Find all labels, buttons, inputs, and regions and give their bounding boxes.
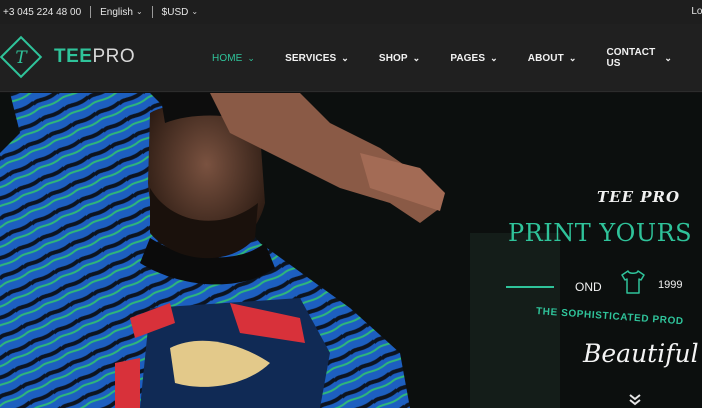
chevron-down-icon: ⌄ xyxy=(568,52,577,63)
chevron-down-icon: ⌄ xyxy=(247,52,256,63)
hero-banner: TEE PRO PRINT YOURS OND 1999 THE SOPHIST… xyxy=(0,93,702,408)
chevron-down-icon: ⌄ xyxy=(664,52,672,63)
language-selector[interactable]: English ⌄ xyxy=(91,6,152,18)
nav-item-services[interactable]: SERVICES ⌄ xyxy=(285,53,349,64)
language-label: English xyxy=(100,6,133,18)
logo-diamond-icon: T xyxy=(0,34,44,80)
badge-script-text: Beautiful xyxy=(583,339,699,368)
currency-label: $USD xyxy=(161,6,189,18)
login-link[interactable]: Log xyxy=(691,6,702,17)
chevron-down-double-icon xyxy=(629,394,641,406)
nav-item-contact-us[interactable]: CONTACT US ⌄ xyxy=(606,47,672,69)
phone-text: +3 045 224 48 00 xyxy=(3,6,82,18)
phone-number[interactable]: +3 045 224 48 00 xyxy=(0,6,90,18)
hero-badge: TEE PRO PRINT YOURS OND 1999 THE SOPHIST… xyxy=(500,93,702,408)
nav-item-shop[interactable]: SHOP ⌄ xyxy=(379,53,420,64)
nav-label: CONTACT US xyxy=(606,47,656,69)
chevron-down-icon: ⌄ xyxy=(412,52,421,63)
badge-tagline: THE SOPHISTICATED PROD xyxy=(535,306,685,328)
nav-label: HOME xyxy=(212,52,243,64)
tshirt-icon xyxy=(621,270,645,294)
chevron-down-icon: ⌄ xyxy=(135,6,143,16)
chevron-down-icon: ⌄ xyxy=(341,52,349,63)
nav-label: SERVICES xyxy=(285,52,337,64)
logo-word-tee: TEE xyxy=(54,46,93,67)
logo-word-pro: PRO xyxy=(92,46,136,67)
badge-established-label: OND xyxy=(575,280,602,294)
nav-label: ABOUT xyxy=(527,52,564,64)
chevron-down-icon: ⌄ xyxy=(191,6,199,16)
currency-selector[interactable]: $USD ⌄ xyxy=(153,6,207,18)
nav-item-about[interactable]: ABOUT ⌄ xyxy=(528,53,577,64)
nav-label: PAGES xyxy=(450,52,486,64)
main-nav: HOME ⌄ SERVICES ⌄ SHOP ⌄ PAGES ⌄ ABOUT ⌄… xyxy=(212,24,702,92)
logo[interactable]: T TEEPRO xyxy=(0,34,135,80)
nav-item-pages[interactable]: PAGES ⌄ xyxy=(450,53,497,64)
hero-headline: PRINT YOURS xyxy=(508,219,693,247)
site-header: T TEEPRO HOME ⌄ SERVICES ⌄ SHOP ⌄ PAGES … xyxy=(0,24,702,92)
chevron-down-icon: ⌄ xyxy=(490,52,498,63)
top-bar: +3 045 224 48 00 English ⌄ $USD ⌄ Log xyxy=(0,0,702,24)
nav-label: SHOP xyxy=(378,52,408,64)
badge-brand: TEE PRO xyxy=(597,188,681,206)
badge-divider xyxy=(506,286,554,288)
logo-wordmark: TEEPRO xyxy=(54,46,135,68)
badge-year: 1999 xyxy=(658,279,683,291)
nav-item-home[interactable]: HOME ⌄ xyxy=(212,53,255,64)
logo-letter: T xyxy=(15,48,28,68)
